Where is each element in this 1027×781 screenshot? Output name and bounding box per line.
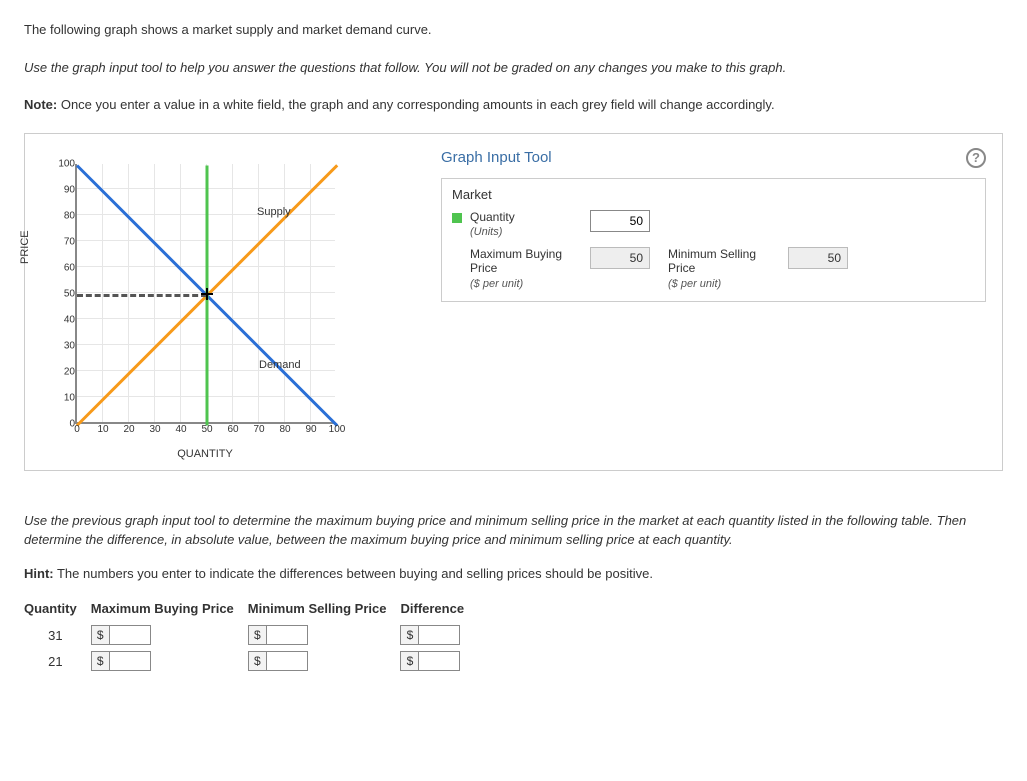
max-buy-label: Maximum Buying Price ($ per unit)	[470, 247, 582, 291]
hint-label: Hint:	[24, 566, 54, 581]
intro-line1: The following graph shows a market suppl…	[24, 20, 1003, 40]
max-buy-value: 50	[590, 247, 650, 269]
row-q: 21	[24, 648, 91, 674]
note-label: Note:	[24, 97, 57, 112]
price-guide-line	[77, 294, 207, 297]
minsell-input-cell: $	[248, 625, 308, 645]
y-ticks: 100 90 80 70 60 50 40 30 20 10 0	[47, 164, 75, 424]
quantity-field-group: Quantity (Units)	[452, 210, 650, 240]
currency-icon: $	[92, 626, 110, 644]
maxbuy-input-1[interactable]	[110, 652, 150, 670]
diff-input-0[interactable]	[419, 626, 459, 644]
quantity-input[interactable]	[590, 210, 650, 232]
min-sell-label: Minimum Selling Price ($ per unit)	[668, 247, 780, 291]
maxbuy-input-cell: $	[91, 625, 151, 645]
quantity-label: Quantity (Units)	[470, 210, 582, 240]
min-sell-group: Minimum Selling Price ($ per unit) 50	[668, 247, 848, 291]
tool-pane: Graph Input Tool ? Market Quantity (Unit…	[425, 134, 1002, 470]
th-diff: Difference	[400, 597, 478, 622]
maxbuy-input-0[interactable]	[110, 626, 150, 644]
question-block: Use the previous graph input tool to det…	[24, 511, 1003, 675]
minsell-input-0[interactable]	[267, 626, 307, 644]
tool-header: Graph Input Tool ?	[441, 148, 986, 168]
maxbuy-input-cell: $	[91, 651, 151, 671]
tool-title: Graph Input Tool	[441, 149, 552, 166]
hint-text: The numbers you enter to indicate the di…	[54, 566, 653, 581]
intro-line3: Note: Once you enter a value in a white …	[24, 95, 1003, 115]
minsell-input-cell: $	[248, 651, 308, 671]
diff-input-cell: $	[400, 651, 460, 671]
note-text: Once you enter a value in a white field,…	[57, 97, 774, 112]
x-axis-label: QUANTITY	[75, 448, 335, 460]
intro-block: The following graph shows a market suppl…	[24, 20, 1003, 115]
hint-line: Hint: The numbers you enter to indicate …	[24, 564, 1003, 584]
currency-icon: $	[249, 626, 267, 644]
th-quantity: Quantity	[24, 597, 91, 622]
graph-tool-container: PRICE Supply Demand 100 90 80	[24, 133, 1003, 471]
currency-icon: $	[401, 652, 419, 670]
demand-label: Demand	[259, 359, 301, 371]
answer-table: Quantity Maximum Buying Price Minimum Se…	[24, 597, 478, 674]
market-box: Market Quantity (Units) Maximum Buying P…	[441, 178, 986, 303]
th-minsell: Minimum Selling Price	[248, 597, 401, 622]
market-section-title: Market	[452, 187, 975, 202]
currency-icon: $	[249, 652, 267, 670]
intro-line2: Use the graph input tool to help you ans…	[24, 58, 1003, 78]
x-ticks: 0 10 20 30 40 50 60 70 80 90 100	[77, 424, 337, 440]
currency-icon: $	[401, 626, 419, 644]
chart-pane: PRICE Supply Demand 100 90 80	[25, 134, 425, 470]
diff-input-cell: $	[400, 625, 460, 645]
y-axis-label: PRICE	[19, 230, 31, 264]
quantity-legend-icon	[452, 213, 462, 223]
th-maxbuy: Maximum Buying Price	[91, 597, 248, 622]
equilibrium-marker[interactable]	[201, 288, 213, 300]
currency-icon: $	[92, 652, 110, 670]
chart-box: Supply Demand 100 90 80 70 60 50 40 30 2…	[75, 164, 415, 460]
table-row: 21 $ $ $	[24, 648, 478, 674]
minsell-input-1[interactable]	[267, 652, 307, 670]
diff-input-1[interactable]	[419, 652, 459, 670]
min-sell-value: 50	[788, 247, 848, 269]
table-row: 31 $ $ $	[24, 622, 478, 648]
help-icon[interactable]: ?	[966, 148, 986, 168]
supply-label: Supply	[257, 206, 291, 218]
max-buy-group: Maximum Buying Price ($ per unit) 50	[452, 247, 650, 291]
chart-plot[interactable]: Supply Demand 100 90 80 70 60 50 40 30 2…	[75, 164, 335, 424]
question-para: Use the previous graph input tool to det…	[24, 511, 1003, 550]
row-q: 31	[24, 622, 91, 648]
